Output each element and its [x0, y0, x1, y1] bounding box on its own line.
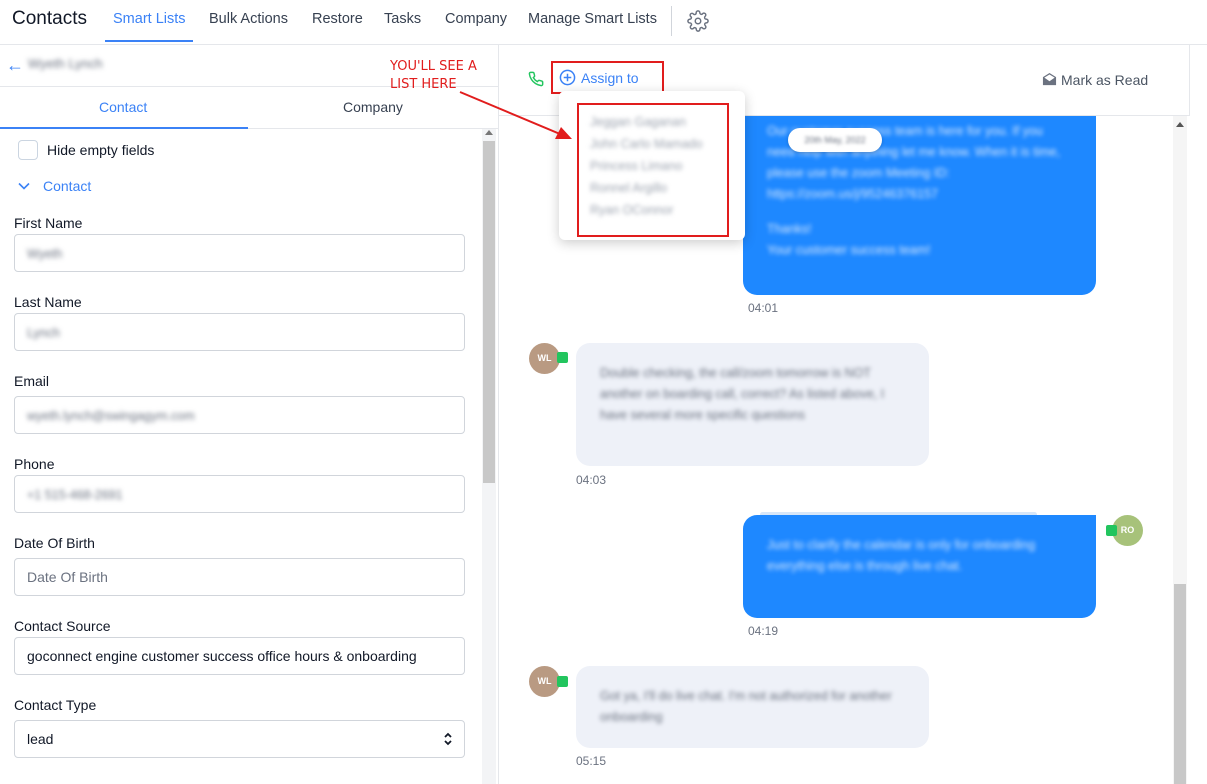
message-time: 05:15 — [576, 754, 607, 768]
annotation-line-1: YOU'LL SEE A — [390, 59, 477, 74]
chat-channel-icon — [1106, 525, 1117, 536]
subtab-contact[interactable]: Contact — [99, 99, 147, 115]
date-pill: 20th May, 2022 — [788, 128, 882, 152]
message-bubble: Got ya, I'll do live chat. I'm not autho… — [576, 666, 929, 748]
date-pill-text: 20th May, 2022 — [804, 135, 866, 145]
contact-type-label: Contact Type — [14, 697, 97, 713]
assign-to-button[interactable]: Assign to — [551, 61, 664, 94]
last-name-value: Lynch — [27, 326, 60, 340]
avatar[interactable]: WL — [529, 343, 560, 374]
dropdown-item[interactable]: Ronnel Argillo — [590, 181, 667, 195]
first-name-value: Wyeth — [27, 247, 63, 261]
first-name-field[interactable]: Wyeth — [14, 234, 465, 272]
assign-to-label: Assign to — [581, 70, 639, 86]
header-divider — [1189, 45, 1190, 116]
tab-restore[interactable]: Restore — [312, 11, 363, 27]
email-field[interactable]: wyeth.lynch@swingagym.com — [14, 396, 465, 434]
back-arrow-icon[interactable]: ← — [6, 55, 24, 76]
top-navigation: Contacts Smart Lists Bulk Actions Restor… — [0, 0, 1207, 45]
tab-tasks[interactable]: Tasks — [384, 11, 421, 27]
scroll-up-icon[interactable] — [1176, 122, 1184, 127]
hide-empty-label: Hide empty fields — [47, 142, 155, 158]
tab-company[interactable]: Company — [445, 11, 507, 27]
select-arrows-icon — [444, 732, 452, 746]
avatar-initials: WL — [537, 676, 552, 686]
section-title-contact[interactable]: Contact — [43, 178, 91, 194]
message-bubble: Just to clarify the calendar is only for… — [743, 515, 1096, 618]
contact-name: Wyeth Lynch — [28, 56, 103, 71]
avatar-initials: WL — [537, 353, 552, 363]
app-title: Contacts — [12, 8, 87, 29]
message-signoff-2: Your customer success team! — [767, 243, 931, 257]
contact-details-panel: ← Wyeth Lynch Contact Company Hide empty… — [0, 45, 499, 784]
dropdown-item[interactable]: John Carlo Mamado — [590, 137, 703, 151]
email-value: wyeth.lynch@swingagym.com — [27, 409, 195, 423]
first-name-label: First Name — [14, 215, 83, 231]
dropdown-item[interactable]: Ryan OConnor — [590, 203, 673, 217]
active-tab-indicator — [105, 40, 193, 42]
message-bubble: Our customer success team is here for yo… — [743, 85, 1096, 295]
phone-value: +1 515-468-2691 — [27, 488, 123, 502]
dropdown-item[interactable]: Princess Limano — [590, 159, 682, 173]
contact-type-select[interactable]: lead — [14, 720, 465, 758]
envelope-open-icon — [1042, 72, 1057, 86]
hide-empty-checkbox[interactable] — [18, 140, 38, 160]
contact-type-value: lead — [27, 731, 54, 747]
message-time: 04:01 — [748, 301, 779, 315]
plus-circle-icon — [559, 69, 576, 86]
last-name-field[interactable]: Lynch — [14, 313, 465, 351]
message-text: Double checking, the call/zoom tomorrow … — [600, 366, 885, 422]
chevron-down-icon[interactable] — [16, 178, 32, 194]
contact-source-label: Contact Source — [14, 618, 111, 634]
nav-divider — [671, 6, 672, 36]
message-time: 04:19 — [748, 624, 779, 638]
chat-channel-icon — [557, 676, 568, 687]
phone-label: Phone — [14, 456, 55, 472]
tab-smart-lists[interactable]: Smart Lists — [113, 11, 186, 27]
scroll-thumb[interactable] — [483, 141, 495, 483]
left-scrollbar[interactable] — [482, 129, 496, 784]
phone-field[interactable]: +1 515-468-2691 — [14, 475, 465, 513]
assign-dropdown: Jeggan Gaganan John Carlo Mamado Princes… — [559, 91, 745, 240]
email-label: Email — [14, 373, 50, 389]
dropdown-item[interactable]: Jeggan Gaganan — [590, 115, 686, 129]
message-bubble: Double checking, the call/zoom tomorrow … — [576, 343, 929, 466]
chat-channel-icon — [557, 352, 568, 363]
contact-source-field[interactable]: goconnect engine customer success office… — [14, 637, 465, 675]
message-time: 04:03 — [576, 473, 607, 487]
last-name-label: Last Name — [14, 294, 82, 310]
annotation-note: YOU'LL SEE A LIST HERE — [390, 58, 490, 94]
scroll-up-icon[interactable] — [485, 130, 493, 135]
tab-bulk-actions[interactable]: Bulk Actions — [209, 11, 288, 27]
scroll-thumb[interactable] — [1174, 584, 1186, 784]
subtab-company[interactable]: Company — [343, 99, 403, 115]
message-text: Just to clarify the calendar is only for… — [767, 538, 1036, 573]
avatar[interactable]: WL — [529, 666, 560, 697]
subtab-active-indicator — [0, 127, 248, 129]
gear-icon[interactable] — [687, 10, 709, 32]
dob-label: Date Of Birth — [14, 535, 95, 551]
tab-manage-smart-lists[interactable]: Manage Smart Lists — [528, 11, 657, 27]
annotation-highlight-box: Jeggan Gaganan John Carlo Mamado Princes… — [577, 103, 729, 237]
avatar-initials: RO — [1120, 525, 1135, 535]
dob-field[interactable]: Date Of Birth — [14, 558, 465, 596]
phone-icon[interactable] — [528, 71, 544, 87]
annotation-line-2: LIST HERE — [390, 77, 457, 92]
mark-as-read-button[interactable]: Mark as Read — [1061, 72, 1148, 88]
message-text: Got ya, I'll do live chat. I'm not autho… — [600, 689, 892, 724]
message-signoff: Thanks! — [767, 222, 812, 236]
chat-scrollbar[interactable] — [1173, 116, 1187, 784]
